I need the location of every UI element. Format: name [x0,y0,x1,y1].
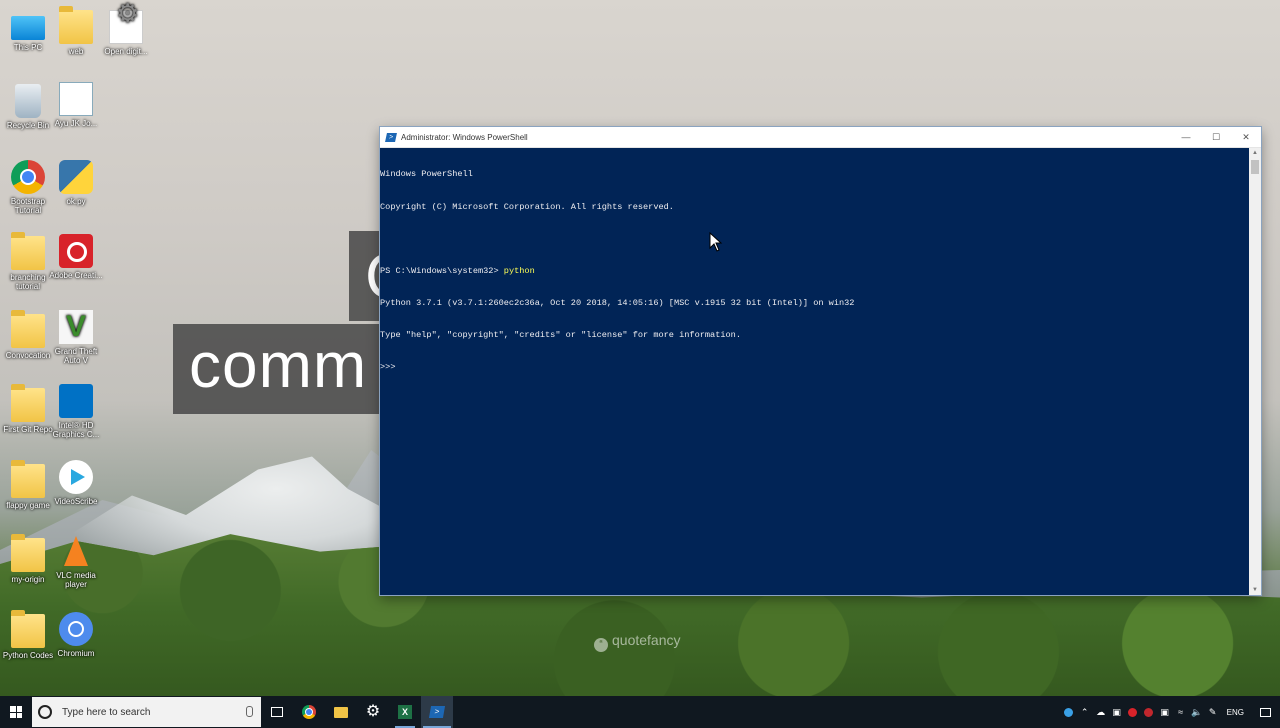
desktop-icon-label: Ayu JK Jo... [54,119,98,128]
desktop-icon-chromium[interactable]: Chromium [48,612,104,658]
taskbar-excel[interactable]: X [389,696,421,728]
desktop-icon-label: ok.py [66,197,86,206]
chevron-up-icon[interactable]: ⌃ [1077,696,1093,728]
scroll-down-arrow-icon[interactable]: ▼ [1249,585,1261,595]
wallpaper-word: comm [173,324,383,414]
scroll-up-arrow-icon[interactable]: ▲ [1249,148,1261,158]
tray-network-icon[interactable]: ▣ [1109,696,1125,728]
recycle-bin-icon [15,84,41,118]
folder-icon [11,232,45,270]
console-command: python [503,265,535,276]
desktop-icon-label: Grand Theft Auto V [54,347,98,365]
taskbar-file-explorer[interactable] [325,696,357,728]
console-line: Type "help", "copyright", "credits" or "… [380,329,741,340]
file-explorer-icon [334,706,348,718]
close-button[interactable]: ✕ [1231,127,1261,147]
folder-icon [59,6,93,44]
start-button[interactable] [0,696,32,728]
window-controls: — ☐ ✕ [1171,127,1261,147]
folder-icon [11,534,45,572]
settings-icon: ⚙ [365,703,381,720]
open-digit-icon [109,9,143,44]
task-view-button[interactable] [261,696,293,728]
tray-app-icon[interactable] [1061,696,1077,728]
cortana-icon [38,705,52,719]
tray-app2-icon[interactable] [1141,696,1157,728]
console-line: Copyright (C) Microsoft Corporation. All… [380,201,674,212]
desktop-icon-label: Chromium [57,649,95,658]
tray-app3-icon[interactable]: ▣ [1157,696,1173,728]
python-file-icon [59,160,93,194]
console-prompt-line: PS C:\Windows\system32> python [380,266,1249,277]
videoscribe-icon [59,460,93,494]
notification-icon [1259,707,1271,717]
taskbar: Type here to search ⚙ X > ⌃ ☁ ▣ ▣ ≈ 🔈 ✎ … [0,696,1280,728]
desktop-icon-label: Open digit... [104,47,148,56]
quote-icon: “ [594,638,608,652]
desktop-icon-adobe[interactable]: Adobe Creati... [48,234,104,280]
powershell-icon: > [428,706,446,718]
console-line: Windows PowerShell [380,169,473,180]
powershell-window[interactable]: > Administrator: Windows PowerShell — ☐ … [380,127,1261,595]
chrome-icon [302,705,316,719]
notification-center-button[interactable] [1250,696,1280,728]
taskbar-settings[interactable]: ⚙ [357,696,389,728]
python-repl-prompt[interactable]: >>> [380,362,1249,373]
folder-icon [11,610,45,648]
desktop-icon-open-digit[interactable]: Open digit... [98,9,154,56]
chrome-icon [11,160,45,194]
this-pc-icon [11,16,45,40]
document-icon [59,82,93,116]
search-placeholder: Type here to search [62,706,151,718]
desktop-icon-gta-v[interactable]: V Grand Theft Auto V [48,310,104,365]
chromium-icon [59,612,93,646]
desktop-icon-videoscribe[interactable]: VideoScribe [48,460,104,506]
desktop-icon-label: VLC media player [56,571,96,589]
tray-record-icon[interactable] [1125,696,1141,728]
task-view-icon [271,707,283,717]
folder-icon [11,310,45,348]
console-output[interactable]: Windows PowerShell Copyright (C) Microso… [380,148,1249,595]
console-prompt: PS C:\Windows\system32> [380,265,504,276]
wifi-icon[interactable]: ≈ [1173,696,1189,728]
desktop-icon-ayu[interactable]: Ayu JK Jo... [48,82,104,128]
desktop-icon-label: Intel® HD Graphics C... [52,421,100,439]
microphone-icon[interactable] [246,706,253,717]
powershell-titlebar[interactable]: > Administrator: Windows PowerShell — ☐ … [380,127,1261,148]
desktop-icon-label: Adobe Creati... [49,271,103,280]
desktop-icon-ok-py[interactable]: ok.py [48,160,104,206]
folder-icon [11,460,45,498]
volume-icon[interactable]: 🔈 [1189,696,1205,728]
windows-logo-icon [10,706,22,718]
taskbar-chrome[interactable] [293,696,325,728]
wallpaper-word-top: C [349,231,383,321]
language-indicator[interactable]: ENG [1221,708,1250,717]
wallpaper-watermark: “quotefancy [594,632,681,652]
excel-icon: X [398,705,412,719]
taskbar-powershell[interactable]: > [421,696,453,728]
pen-icon[interactable]: ✎ [1205,696,1221,728]
folder-icon [11,384,45,422]
scroll-thumb[interactable] [1251,160,1259,174]
desktop-icon-label: web [68,47,84,56]
desktop-icon-label: VideoScribe [54,497,98,506]
window-title: Administrator: Windows PowerShell [401,132,528,142]
powershell-icon: > [385,132,397,142]
desktop-icon-web[interactable]: web [48,6,104,56]
tray-cloud-icon[interactable]: ☁ [1093,696,1109,728]
desktop-icon-intel-graphics[interactable]: Intel® HD Graphics C... [48,384,104,439]
taskbar-search-box[interactable]: Type here to search [32,697,261,727]
mouse-cursor-icon [709,232,723,252]
adobe-creative-cloud-icon [59,234,93,268]
vlc-icon [59,534,93,568]
vertical-scrollbar[interactable]: ▲ ▼ [1249,148,1261,595]
intel-graphics-icon [59,384,93,418]
maximize-button[interactable]: ☐ [1201,127,1231,147]
system-tray: ⌃ ☁ ▣ ▣ ≈ 🔈 ✎ ENG [1061,696,1280,728]
desktop-icon-vlc[interactable]: VLC media player [48,534,104,589]
gta-v-icon: V [59,310,93,344]
minimize-button[interactable]: — [1171,127,1201,147]
console-line: Python 3.7.1 (v3.7.1:260ec2c36a, Oct 20 … [380,297,855,308]
